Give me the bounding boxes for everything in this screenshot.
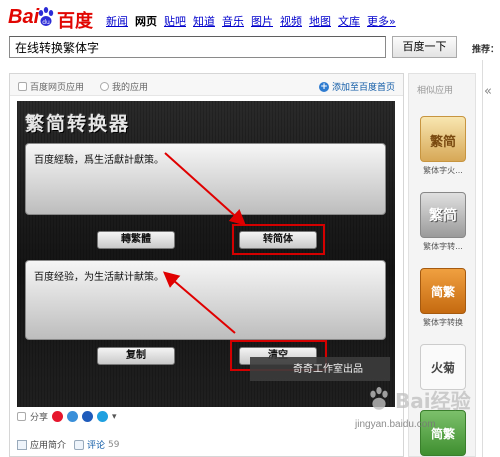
nav-web[interactable]: 网页	[135, 13, 157, 29]
nav-news[interactable]: 新闻	[106, 13, 128, 29]
watermark-paw-icon	[370, 387, 388, 410]
thumb-text: 火菊	[430, 361, 455, 375]
watermark-main: Bai经验	[395, 389, 471, 413]
crumb-my-apps-label: 我的应用	[112, 83, 149, 93]
intro-icon	[17, 439, 27, 450]
nav-zhidao[interactable]: 知道	[193, 13, 215, 29]
chevron-down-icon[interactable]: ▾	[112, 412, 117, 422]
app-label: 繁体字转换	[423, 318, 463, 327]
watermark: Bai经验 jingyan.baidu.com	[355, 385, 500, 445]
thumb-text: 繁简	[429, 208, 457, 224]
paw-icon: du	[38, 7, 54, 26]
similar-app-item[interactable]: 繁简 繁体字火...	[413, 116, 473, 176]
tab-comments[interactable]: 评论 59	[74, 438, 119, 451]
share-icon[interactable]	[17, 412, 26, 421]
add-to-home-link[interactable]: + 添加至百度首页	[318, 80, 395, 93]
nav-images[interactable]: 图片	[251, 13, 273, 29]
nav-music[interactable]: 音乐	[222, 13, 244, 29]
comment-icon	[74, 439, 85, 450]
similar-app-item[interactable]: 繁简 繁体字转...	[413, 192, 473, 252]
search-button[interactable]: 百度一下	[392, 36, 457, 58]
qq-icon[interactable]	[67, 411, 79, 422]
search-input[interactable]	[9, 36, 386, 58]
apps-icon	[18, 82, 27, 91]
baidu-logo[interactable]: Bai du 百度	[8, 6, 94, 32]
renren-icon[interactable]	[82, 411, 94, 422]
credit-text: 奇奇工作室出品	[293, 364, 363, 375]
nav-tieba[interactable]: 贴吧	[164, 13, 186, 29]
recommend-label: 推荐：	[472, 45, 500, 55]
breadcrumb-my-apps[interactable]: 我的应用	[100, 80, 148, 93]
app-label: 繁体字转...	[423, 242, 463, 251]
similar-app-item[interactable]: 火菊	[413, 344, 473, 390]
info-tabs: 应用简介 评论 59	[17, 438, 119, 451]
share-row: 分享 ▾	[17, 410, 117, 423]
nav-video[interactable]: 视频	[280, 13, 302, 29]
nav-wenku[interactable]: 文库	[338, 13, 360, 29]
similar-apps-title: 相似应用	[417, 86, 454, 96]
nav-map[interactable]: 地图	[309, 13, 331, 29]
thumb-text: 繁简	[429, 135, 456, 150]
weibo-icon[interactable]	[52, 411, 64, 422]
similar-app-item[interactable]: 简繁 繁体字转换	[413, 268, 473, 328]
thumb-text: 简繁	[430, 285, 455, 299]
nav-more[interactable]: 更多»	[367, 13, 396, 29]
breadcrumb-web-apps[interactable]: 百度网页应用	[18, 80, 84, 93]
share-label[interactable]: 分享	[30, 410, 48, 423]
app-thumbnail: 繁简	[420, 116, 466, 162]
app-thumbnail: 火菊	[420, 344, 466, 390]
svg-text:du: du	[42, 19, 50, 26]
tab-intro-label: 应用简介	[30, 441, 67, 451]
top-nav: 新闻 网页 贴吧 知道 音乐 图片 视频 地图 文库 更多»	[106, 13, 396, 29]
tab-comments-label: 评论	[87, 441, 106, 451]
app-topbar: 百度网页应用 我的应用 + 添加至百度首页	[10, 74, 403, 96]
crumb-web-apps-label: 百度网页应用	[30, 83, 85, 93]
tab-app-intro[interactable]: 应用简介	[17, 438, 66, 451]
logo-cn: 百度	[57, 11, 93, 32]
logo-latin: Bai	[8, 6, 40, 28]
plus-icon: +	[318, 81, 329, 92]
watermark-sub: jingyan.baidu.com	[355, 419, 436, 430]
app-thumbnail: 简繁	[420, 268, 466, 314]
user-icon	[100, 82, 109, 91]
app-panel: 百度网页应用 我的应用 + 添加至百度首页 繁简转换器 百度經驗，爲生活獻計獻策…	[9, 73, 404, 457]
app-thumbnail: 繁简	[420, 192, 466, 238]
comment-count: 59	[108, 439, 120, 450]
add-home-label: 添加至百度首页	[331, 83, 395, 93]
app-label: 繁体字火...	[423, 166, 463, 175]
qzone-icon[interactable]	[97, 411, 109, 422]
arrow-to-simplify-button	[164, 152, 246, 226]
double-chevron-left-icon[interactable]: «	[484, 84, 492, 99]
arrow-to-clear-button	[162, 271, 236, 334]
